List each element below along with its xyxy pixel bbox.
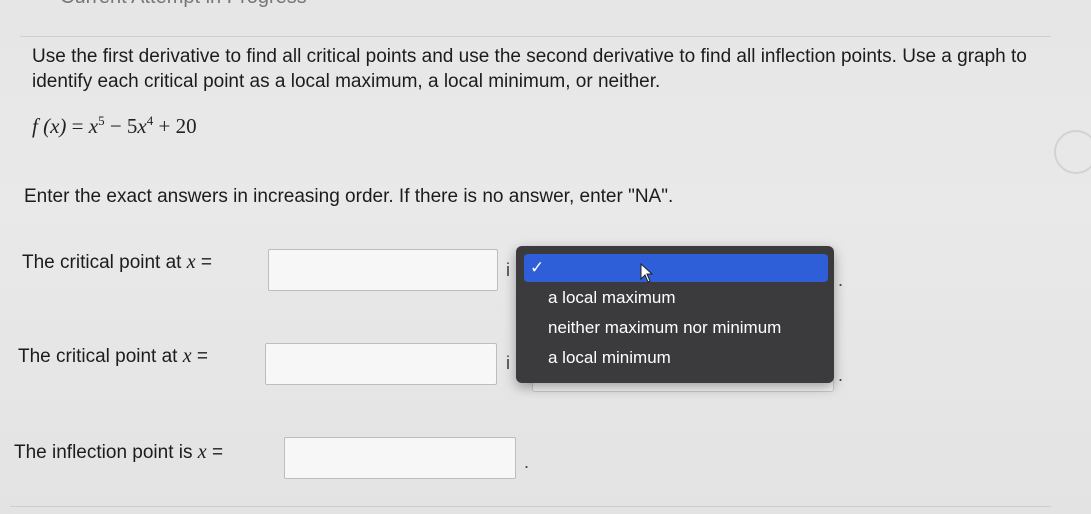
dropdown-option-label: a local maximum bbox=[548, 288, 676, 307]
dropdown-option-label: neither maximum nor minimum bbox=[548, 318, 782, 337]
row-eq: = bbox=[196, 346, 209, 367]
critical-point-label-2: The critical point at x = bbox=[18, 345, 208, 368]
question-page: Current Attempt in Progress Use the firs… bbox=[0, 0, 1091, 514]
period-1: . bbox=[838, 270, 844, 290]
classification-dropdown-menu[interactable]: ✓ a local maximum neither maximum nor mi… bbox=[516, 246, 834, 383]
is-text-2: i bbox=[506, 353, 510, 373]
question-instructions: Use the first derivative to find all cri… bbox=[32, 46, 1027, 92]
refresh-icon bbox=[1054, 130, 1091, 174]
function-var-2: x bbox=[137, 114, 147, 138]
checkmark-icon: ✓ bbox=[530, 258, 545, 277]
divider bbox=[10, 506, 1051, 507]
inflection-point-label: The inflection point is x = bbox=[14, 441, 223, 464]
row-eq: = bbox=[200, 252, 213, 273]
dropdown-option-neither[interactable]: neither maximum nor minimum bbox=[524, 314, 828, 342]
row-var: x bbox=[186, 251, 196, 273]
divider bbox=[20, 36, 1051, 37]
dropdown-option-label: a local minimum bbox=[548, 348, 671, 367]
mouse-cursor-icon bbox=[640, 263, 654, 283]
is-text-1: i bbox=[506, 260, 510, 280]
function-var-1: x bbox=[88, 114, 99, 138]
critical-point-input-1[interactable] bbox=[268, 249, 498, 291]
function-term-3: + 20 bbox=[153, 114, 197, 138]
dropdown-option-blank[interactable]: ✓ bbox=[524, 254, 828, 282]
period-2: . bbox=[838, 365, 844, 385]
critical-point-input-2[interactable] bbox=[265, 343, 497, 385]
function-definition: f (x) = x5 − 5x4 + 20 bbox=[32, 113, 197, 139]
function-name: f (x) bbox=[32, 114, 67, 138]
row-label-text: The critical point at bbox=[18, 346, 178, 367]
row-label-text: The critical point at bbox=[22, 252, 182, 273]
attempt-heading: Current Attempt in Progress bbox=[60, 0, 307, 9]
critical-point-label-1: The critical point at x = bbox=[22, 251, 212, 274]
row-eq: = bbox=[211, 442, 224, 463]
answer-note: Enter the exact answers in increasing or… bbox=[24, 186, 674, 207]
dropdown-option-local-minimum[interactable]: a local minimum bbox=[524, 344, 828, 372]
row-var: x bbox=[197, 441, 207, 463]
period-3: . bbox=[524, 452, 530, 472]
dropdown-option-local-maximum[interactable]: a local maximum bbox=[524, 284, 828, 312]
inflection-point-input[interactable] bbox=[284, 437, 516, 479]
function-term-2: − 5 bbox=[104, 114, 138, 138]
row-label-text: The inflection point is bbox=[14, 442, 193, 463]
row-var: x bbox=[182, 345, 192, 367]
function-equals: = bbox=[71, 114, 84, 138]
